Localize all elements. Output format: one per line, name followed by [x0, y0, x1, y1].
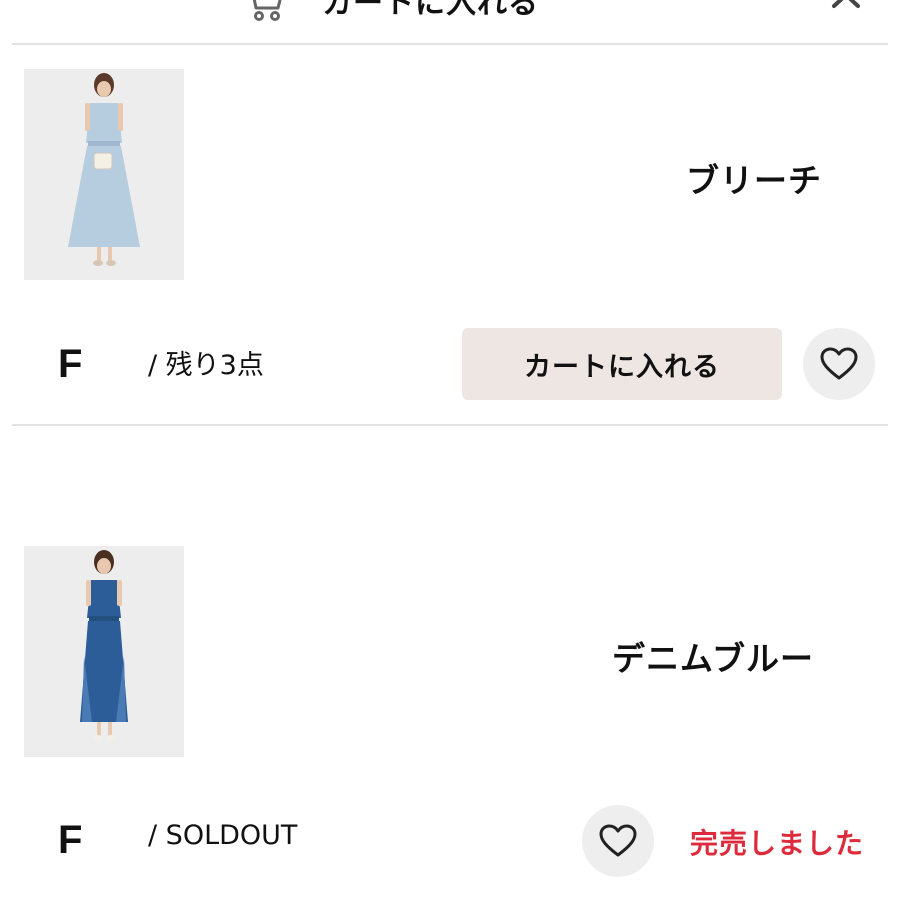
- heart-outline-icon: [599, 824, 637, 857]
- close-icon[interactable]: [826, 0, 866, 10]
- soldout-label: 完売しました: [690, 827, 865, 860]
- size-label: F: [58, 342, 83, 386]
- product-thumbnail-denim-blue[interactable]: [24, 546, 184, 757]
- favorite-button[interactable]: [803, 328, 875, 400]
- modal-header: カートに入れる: [0, 0, 900, 44]
- product-thumbnail-bleach[interactable]: [24, 69, 184, 280]
- color-name: デニムブルー: [612, 639, 815, 678]
- stock-status: / 残り3点: [148, 350, 264, 381]
- add-to-cart-button[interactable]: カートに入れる: [462, 328, 782, 400]
- heart-outline-icon: [820, 347, 858, 380]
- color-name: ブリーチ: [686, 161, 822, 200]
- header-divider: [12, 43, 888, 45]
- item-divider: [12, 424, 888, 426]
- favorite-button[interactable]: [582, 805, 654, 877]
- modal-title: カートに入れる: [322, 0, 539, 21]
- stock-status: / SOLDOUT: [148, 820, 298, 851]
- cart-icon: [252, 0, 282, 21]
- size-label: F: [58, 818, 83, 862]
